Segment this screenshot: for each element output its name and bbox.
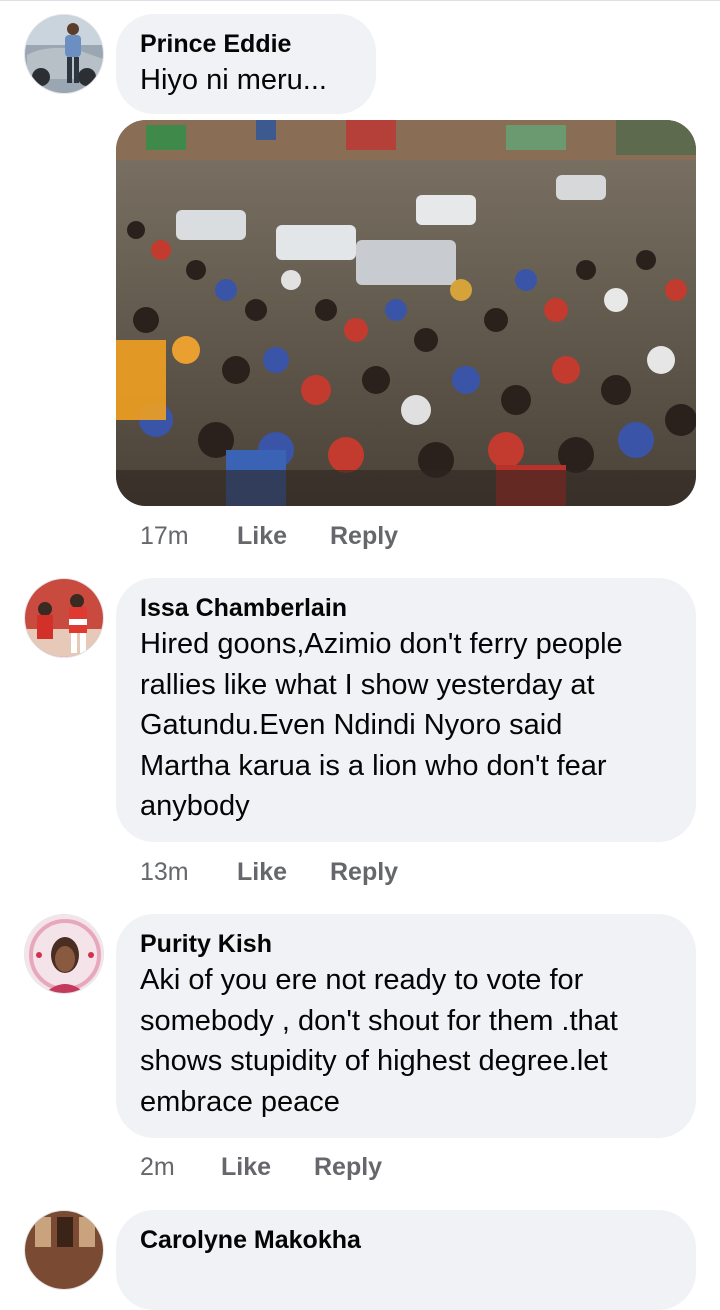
avatar[interactable] — [24, 14, 104, 94]
top-divider — [0, 0, 720, 1]
like-button[interactable]: Like — [221, 1153, 271, 1182]
comment-author[interactable]: Carolyne Makokha — [140, 1224, 672, 1256]
like-button[interactable]: Like — [237, 522, 287, 551]
comment-line: shows stupidity of highest degree.let — [140, 1045, 608, 1077]
comment-bubble: Purity Kish Aki of you ere not ready to … — [116, 914, 696, 1138]
reply-button[interactable]: Reply — [330, 522, 398, 551]
reply-button[interactable]: Reply — [314, 1153, 382, 1182]
comment-text: Hiyo ni meru... — [140, 64, 327, 96]
avatar[interactable] — [24, 914, 104, 994]
avatar[interactable] — [24, 1210, 104, 1290]
avatar-photo — [25, 1211, 103, 1289]
comment-author[interactable]: Purity Kish — [140, 928, 672, 960]
comment-bubble: Carolyne Makokha — [116, 1210, 696, 1310]
avatar-photo — [25, 15, 103, 93]
comment-line: Gatundu.Even Ndindi Nyoro said — [140, 709, 563, 741]
crowd-photo — [116, 120, 696, 506]
reply-button[interactable]: Reply — [330, 858, 398, 887]
comment-line: Hired goons,Azimio don't ferry people — [140, 628, 623, 660]
comment-author[interactable]: Issa Chamberlain — [140, 592, 672, 624]
comment-line: anybody — [140, 790, 250, 822]
avatar[interactable] — [24, 578, 104, 658]
avatar-photo — [25, 579, 103, 657]
comment-line: embrace peace — [140, 1085, 340, 1118]
avatar-photo — [25, 915, 103, 993]
comment-line: Martha karua is a lion who don't fear — [140, 749, 607, 782]
comment-text: Hired goons,Azimio don't ferry people ra… — [140, 624, 672, 827]
like-button[interactable]: Like — [237, 858, 287, 887]
comment-line: rallies like what I show yesterday at — [140, 668, 595, 701]
comment-time[interactable]: 13m — [140, 858, 189, 887]
comment-text: Aki of you ere not ready to vote for som… — [140, 960, 672, 1122]
comment-time[interactable]: 2m — [140, 1153, 175, 1182]
comment-bubble: Prince Eddie Hiyo ni meru... — [116, 14, 376, 114]
comment-time[interactable]: 17m — [140, 522, 189, 551]
comment-author[interactable]: Prince Eddie — [140, 28, 352, 60]
comment-line: Aki of you ere not ready to vote for — [140, 964, 584, 996]
comment-line: somebody , don't shout for them .that — [140, 1004, 618, 1037]
comment-photo[interactable] — [116, 120, 696, 506]
comment-bubble: Issa Chamberlain Hired goons,Azimio don'… — [116, 578, 696, 842]
